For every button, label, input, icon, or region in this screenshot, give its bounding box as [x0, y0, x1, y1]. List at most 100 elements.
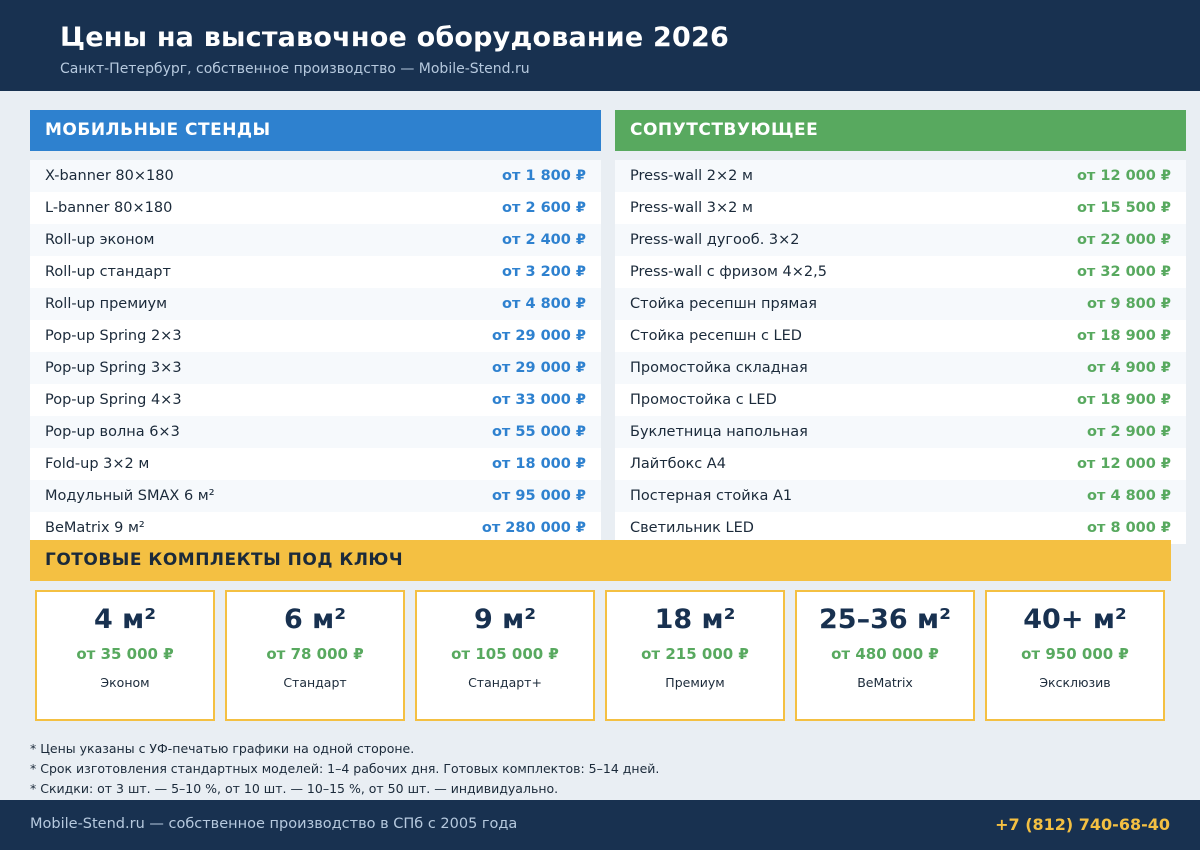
footnotes: * Цены указаны с УФ-печатью графики на о…: [30, 740, 659, 800]
footnote: * Скидки: от 3 шт. — 5–10 %, от 10 шт. —…: [30, 781, 559, 796]
item-name: Press-wall 3×2 м: [630, 200, 753, 216]
kit-card: 6 м² от 78 000 ₽ Стандарт: [225, 590, 405, 721]
item-price: от 2 600 ₽: [502, 200, 586, 216]
item-name: X-banner 80×180: [45, 168, 174, 184]
kit-size: 6 м²: [283, 604, 347, 635]
price-row: Pop-up Spring 4×3 от 33 000 ₽: [30, 384, 601, 416]
kit-tier: Эксклюзив: [1039, 675, 1111, 690]
item-price: от 9 800 ₽: [1087, 296, 1171, 312]
item-price: от 18 900 ₽: [1076, 328, 1171, 344]
price-row: Постерная стойка А1 от 4 800 ₽: [615, 480, 1186, 512]
item-price: от 33 000 ₽: [491, 392, 586, 408]
price-row: Промостойка с LED от 18 900 ₽: [615, 384, 1186, 416]
related-section: СОПУТСТВУЮЩЕЕ Press-wall 2×2 м от 12 000 …: [615, 110, 1186, 545]
mobile-stands-section: МОБИЛЬНЫЕ СТЕНДЫ X-banner 80×180 от 1 800…: [30, 110, 601, 545]
kit-price: от 950 000 ₽: [1021, 645, 1129, 663]
kit-card: 9 м² от 105 000 ₽ Стандарт+: [415, 590, 595, 721]
kit-size: 4 м²: [93, 604, 157, 635]
item-price: от 29 000 ₽: [491, 360, 586, 376]
item-name: Стойка ресепшн прямая: [630, 296, 817, 312]
item-price: от 2 900 ₽: [1087, 424, 1171, 440]
item-price: от 29 000 ₽: [491, 328, 586, 344]
item-name: Стойка ресепшн с LED: [630, 328, 802, 344]
price-row: Pop-up Spring 3×3 от 29 000 ₽: [30, 352, 601, 384]
item-price: от 8 000 ₽: [1087, 520, 1171, 536]
kit-size: 9 м²: [473, 604, 537, 635]
page-footer: Mobile-Stend.ru — собственное производст…: [0, 800, 1200, 850]
item-name: Pop-up Spring 3×3: [45, 360, 182, 376]
item-price: от 1 800 ₽: [502, 168, 586, 184]
item-price: от 4 900 ₽: [1087, 360, 1171, 376]
item-price: от 95 000 ₽: [491, 488, 586, 504]
item-price: от 18 900 ₽: [1076, 392, 1171, 408]
item-price: от 12 000 ₽: [1076, 168, 1171, 184]
price-row: Fold-up 3×2 м от 18 000 ₽: [30, 448, 601, 480]
item-name: Pop-up Spring 2×3: [45, 328, 182, 344]
page-header: Цены на выставочное оборудование 2026 Са…: [0, 0, 1200, 91]
related-heading: СОПУТСТВУЮЩЕЕ: [615, 110, 1186, 151]
item-name: Fold-up 3×2 м: [45, 456, 150, 472]
price-row: Press-wall дугооб. 3×2 от 22 000 ₽: [615, 224, 1186, 256]
kits-heading: ГОТОВЫЕ КОМПЛЕКТЫ ПОД КЛЮЧ: [30, 540, 1171, 581]
item-name: Лайтбокс А4: [630, 456, 726, 472]
price-row: Буклетница напольная от 2 900 ₽: [615, 416, 1186, 448]
item-name: Светильник LED: [630, 520, 754, 536]
item-name: Press-wall 2×2 м: [630, 168, 753, 184]
kit-price: от 215 000 ₽: [641, 645, 749, 663]
price-row: Стойка ресепшн с LED от 18 900 ₽: [615, 320, 1186, 352]
footer-text: Mobile-Stend.ru — собственное производст…: [30, 816, 518, 832]
kit-tier: Премиум: [665, 675, 725, 690]
item-price: от 3 200 ₽: [502, 264, 586, 280]
item-price: от 12 000 ₽: [1076, 456, 1171, 472]
price-row: Pop-up Spring 2×3 от 29 000 ₽: [30, 320, 601, 352]
price-row: Стойка ресепшн прямая от 9 800 ₽: [615, 288, 1186, 320]
kit-price: от 480 000 ₽: [831, 645, 939, 663]
kit-card: 4 м² от 35 000 ₽ Эконом: [35, 590, 215, 721]
item-price: от 15 500 ₽: [1076, 200, 1171, 216]
price-row: Roll-up стандарт от 3 200 ₽: [30, 256, 601, 288]
price-row: Press-wall 2×2 м от 12 000 ₽: [615, 160, 1186, 192]
price-row: L-banner 80×180 от 2 600 ₽: [30, 192, 601, 224]
item-name: Буклетница напольная: [630, 424, 808, 440]
kit-price: от 105 000 ₽: [451, 645, 559, 663]
item-price: от 18 000 ₽: [491, 456, 586, 472]
kits-grid: 4 м² от 35 000 ₽ Эконом 6 м² от 78 000 ₽…: [35, 590, 1166, 721]
item-price: от 22 000 ₽: [1076, 232, 1171, 248]
mobile-stands-list: X-banner 80×180 от 1 800 ₽ L-banner 80×18…: [30, 160, 601, 545]
kit-size: 25–36 м²: [819, 604, 951, 635]
mobile-stands-heading: МОБИЛЬНЫЕ СТЕНДЫ: [30, 110, 601, 151]
price-row: Pop-up волна 6×3 от 55 000 ₽: [30, 416, 601, 448]
kit-tier: Эконом: [100, 675, 150, 690]
item-name: Промостойка складная: [630, 360, 808, 376]
kit-card: 25–36 м² от 480 000 ₽ BeMatrix: [795, 590, 975, 721]
kit-price: от 78 000 ₽: [266, 645, 364, 663]
price-row: Модульный SMAX 6 м² от 95 000 ₽: [30, 480, 601, 512]
item-price: от 280 000 ₽: [481, 520, 586, 536]
footnote: * Цены указаны с УФ-печатью графики на о…: [30, 741, 415, 756]
item-name: L-banner 80×180: [45, 200, 173, 216]
item-price: от 32 000 ₽: [1076, 264, 1171, 280]
item-name: Pop-up волна 6×3: [45, 424, 180, 440]
price-row: Press-wall 3×2 м от 15 500 ₽: [615, 192, 1186, 224]
kit-card: 18 м² от 215 000 ₽ Премиум: [605, 590, 785, 721]
item-price: от 2 400 ₽: [502, 232, 586, 248]
price-row: Press-wall с фризом 4×2,5 от 32 000 ₽: [615, 256, 1186, 288]
item-name: Press-wall с фризом 4×2,5: [630, 264, 827, 280]
page-subtitle: Санкт-Петербург, собственное производств…: [60, 61, 530, 77]
item-name: Промостойка с LED: [630, 392, 777, 408]
item-name: BeMatrix 9 м²: [45, 520, 145, 536]
kit-tier: Стандарт+: [468, 675, 542, 690]
item-name: Постерная стойка А1: [630, 488, 793, 504]
price-row: Roll-up премиум от 4 800 ₽: [30, 288, 601, 320]
phone-number[interactable]: +7 (812) 740-68-40: [995, 815, 1170, 834]
item-name: Модульный SMAX 6 м²: [45, 488, 215, 504]
item-price: от 55 000 ₽: [491, 424, 586, 440]
item-price: от 4 800 ₽: [1087, 488, 1171, 504]
item-name: Roll-up стандарт: [45, 264, 171, 280]
price-row: Лайтбокс А4 от 12 000 ₽: [615, 448, 1186, 480]
page-title: Цены на выставочное оборудование 2026: [60, 22, 729, 53]
price-row: Roll-up эконом от 2 400 ₽: [30, 224, 601, 256]
price-row: Промостойка складная от 4 900 ₽: [615, 352, 1186, 384]
kit-size: 18 м²: [654, 604, 736, 635]
kit-tier: Стандарт: [283, 675, 347, 690]
